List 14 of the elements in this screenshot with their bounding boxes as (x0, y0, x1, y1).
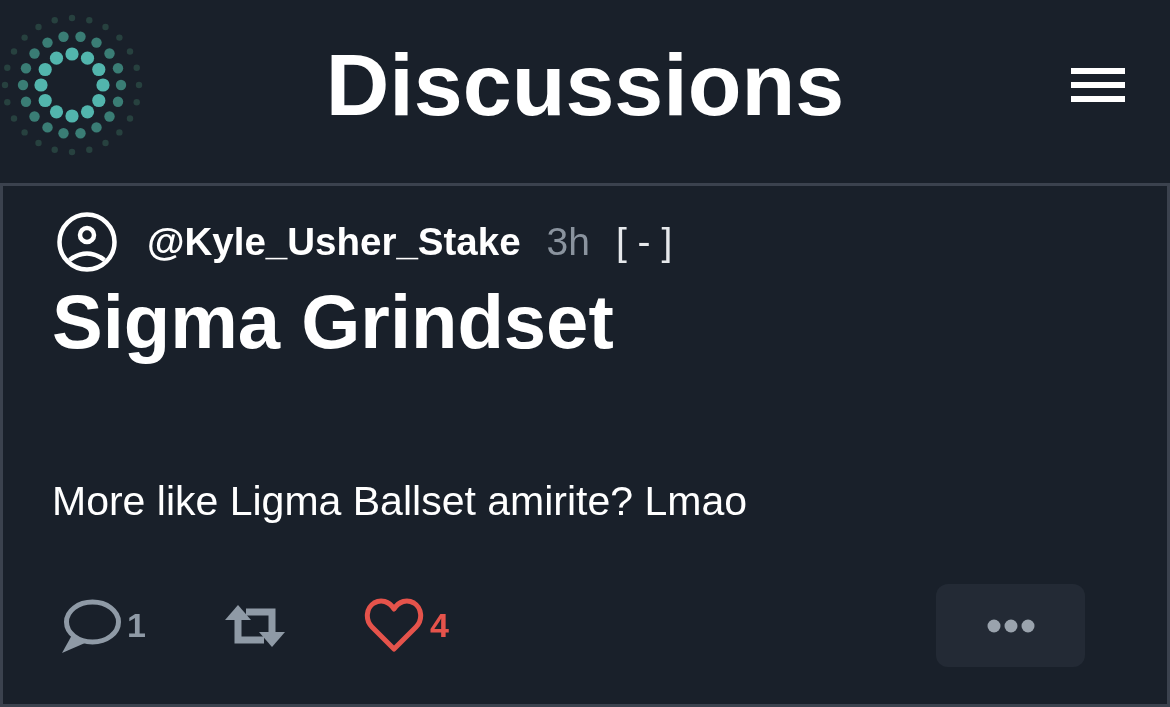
like-button[interactable]: 4 (363, 597, 449, 654)
page-title: Discussions (325, 40, 845, 129)
post-title: Sigma Grindset (52, 280, 614, 364)
post-body: More like Ligma Ballset amirite? Lmao (52, 477, 747, 526)
menu-icon[interactable] (1071, 67, 1125, 102)
more-button[interactable] (936, 584, 1085, 667)
comment-button[interactable]: 1 (61, 598, 146, 653)
heart-icon (363, 597, 424, 654)
user-avatar-icon (57, 212, 117, 272)
author-link[interactable]: @Kyle_Usher_Stake (147, 219, 521, 265)
collapse-toggle[interactable]: [ - ] (615, 219, 673, 265)
post-time: 3h (546, 219, 590, 265)
speech-bubble-icon (61, 598, 121, 653)
ellipsis-icon (986, 618, 1035, 633)
